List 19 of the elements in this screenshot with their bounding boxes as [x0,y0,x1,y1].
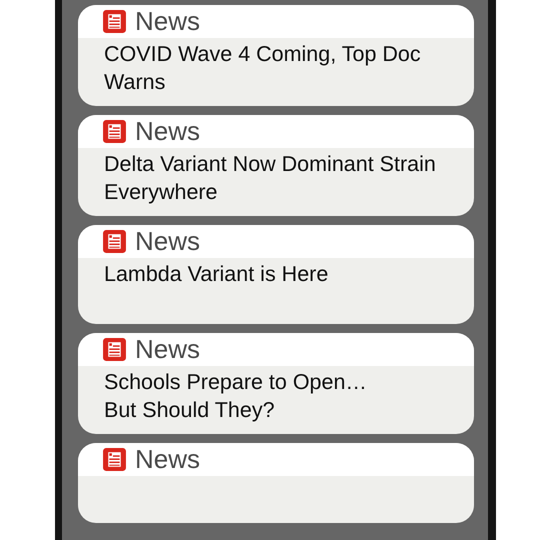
headline: Lambda Variant is Here [104,261,330,288]
app-name: News [135,226,200,257]
notification-card[interactable]: News Delta Variant Now Dominant Strain Everywhere [78,115,474,216]
news-app-icon [102,337,127,362]
headline: Delta Variant Now Dominant Strain Everywhere [104,151,437,206]
notification-card[interactable]: News Schools Prepare to Open… But Should They? [78,333,474,434]
headline: COVID Wave 4 Coming, Top Doc Warns [104,41,422,96]
notification-card[interactable]: News Lambda Variant is Here [78,225,474,324]
app-name: News [135,444,200,475]
app-name: News [135,334,200,365]
app-name: News [135,116,200,147]
app-name: News [135,6,200,37]
news-app-icon [102,119,127,144]
news-app-icon [102,229,127,254]
notification-card[interactable]: News [78,443,474,523]
headline: Schools Prepare to Open… But Should They? [104,369,368,424]
news-app-icon [102,9,127,34]
notification-card[interactable]: News COVID Wave 4 Coming, Top Doc Warns [78,5,474,106]
news-app-icon [102,447,127,472]
